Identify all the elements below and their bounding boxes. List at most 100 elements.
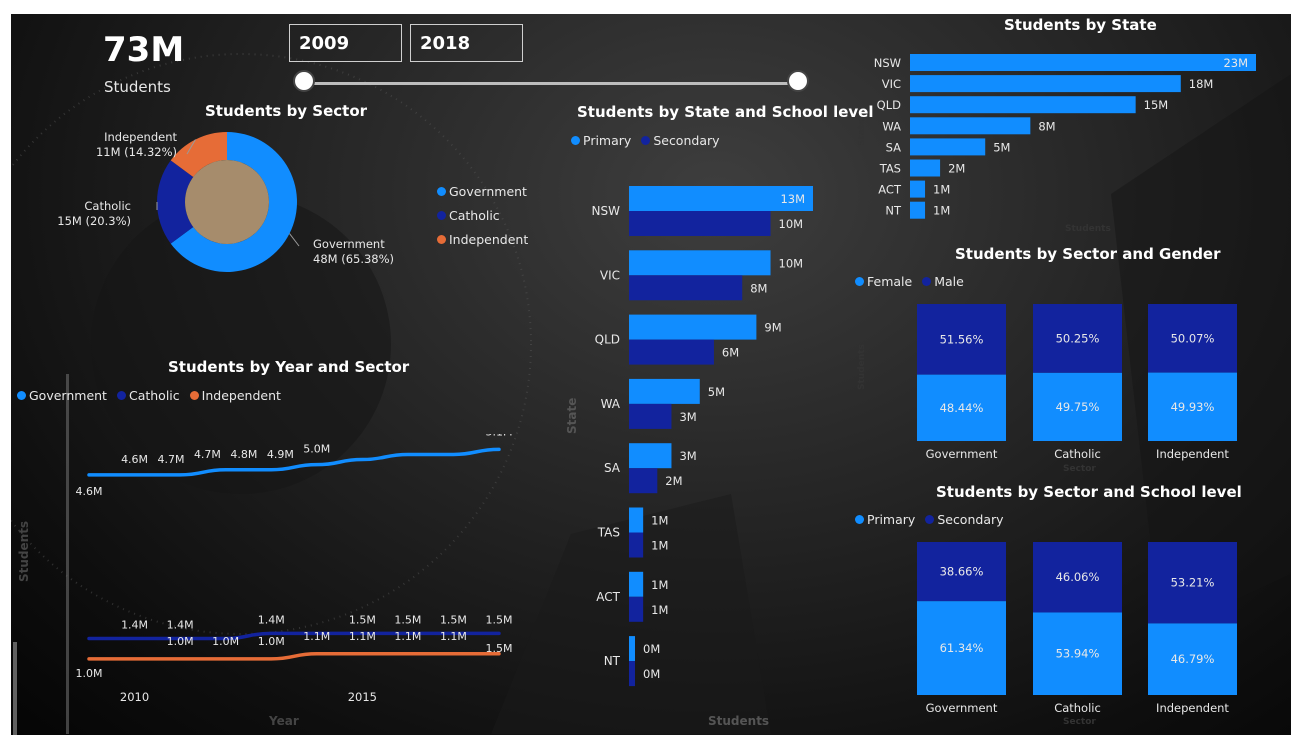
state-level-bar-primary-act[interactable] (629, 571, 644, 597)
state-totals-data-label: 23M (1223, 56, 1248, 70)
state-level-bar-secondary-sa[interactable] (629, 468, 658, 494)
state-level-bar-primary-vic[interactable] (629, 250, 771, 276)
legend-item-secondary[interactable]: Secondary (641, 133, 720, 148)
donut-slice-catholic[interactable] (157, 160, 194, 244)
state-level-data-label: 6M (722, 346, 739, 360)
sector-level-stacked-chart: 38.66% 61.34% Government 46.06% 53.94% Cathol… (917, 542, 1237, 715)
sector_gender-data-label: 48.44% (940, 401, 984, 415)
sector_gender-segment-male-catholic[interactable] (1033, 304, 1122, 373)
state-level-bar-primary-qld[interactable] (629, 314, 757, 340)
state-totals-data-label: 2M (948, 162, 965, 176)
state-level-category-tas: TAS (597, 526, 620, 540)
year-slider-start-handle[interactable] (293, 70, 315, 92)
year-sector-line-government[interactable] (87, 447, 501, 477)
year-sector-line-independent[interactable] (87, 652, 501, 661)
donut-leader-line (289, 233, 300, 247)
sector_level-segment-secondary-independent[interactable] (1148, 542, 1237, 624)
donut-label-independent: Independent (104, 130, 177, 144)
sector_gender-segment-female-independent[interactable] (1148, 372, 1237, 441)
state-level-category-qld: QLD (595, 333, 620, 347)
sector_gender-data-label: 49.93% (1171, 400, 1215, 414)
state-level-category-vic: VIC (600, 268, 620, 282)
year-sector-data-label-independent: 1.1M (303, 630, 330, 643)
donut-slice-government[interactable] (170, 132, 297, 272)
sector_gender-segment-female-government[interactable] (917, 374, 1006, 441)
sector_level-segment-primary-government[interactable] (917, 601, 1006, 695)
state-totals-bar-tas[interactable] (910, 159, 941, 177)
state-level-bar-primary-wa[interactable] (629, 378, 700, 404)
year-sector-data-label-government: 4.8M (230, 448, 257, 461)
sector_level-segment-secondary-government[interactable] (917, 542, 1006, 602)
state-totals-bar-wa[interactable] (910, 117, 1031, 135)
state-totals-bar-nt[interactable] (910, 201, 926, 219)
year-sector-data-label-catholic: 1.4M (121, 618, 148, 631)
state-level-bar-secondary-wa[interactable] (629, 403, 672, 429)
state-level-data-label: 0M (643, 642, 660, 656)
sector-level-legend: Primary Secondary (855, 512, 1004, 527)
state-totals-bar-act[interactable] (910, 180, 926, 198)
legend-item-government[interactable]: Government (17, 388, 107, 403)
year-end-input[interactable]: 2018 (410, 24, 523, 62)
legend-item-male[interactable]: Male (922, 274, 964, 289)
state-level-bar-primary-nt[interactable] (629, 636, 635, 662)
report-canvas: 73M Students 2009 2018 Students by Secto… (11, 14, 1291, 735)
legend-dot (437, 187, 446, 196)
year-sector-data-label-independent: 1.1M (440, 630, 467, 643)
year-sector-line-chart: 4.6M 4.6M 4.7M 4.7M 4.8M 4.9M 5.0M 5.1M 1.4M 1.4M… (76, 434, 513, 704)
sector-gender-y-axis-title: Students (857, 344, 867, 390)
state-level-bar-primary-tas[interactable] (629, 507, 644, 533)
legend-item-primary[interactable]: Primary (855, 512, 915, 527)
state-level-bar-secondary-nsw[interactable] (629, 211, 771, 236)
year-slider-end-handle[interactable] (787, 70, 809, 92)
state-level-bar-primary-sa[interactable] (629, 443, 672, 469)
state-totals-bar-vic[interactable] (910, 75, 1181, 93)
legend-item-independent[interactable]: Independent (437, 232, 528, 247)
sector_gender-segment-female-catholic[interactable] (1033, 372, 1122, 441)
state-level-category-wa: WA (601, 397, 621, 411)
state-totals-bar-nsw[interactable] (910, 54, 1256, 71)
year-sector-line-catholic[interactable] (87, 631, 501, 641)
sector_gender-segment-male-government[interactable] (917, 304, 1006, 375)
year-sector-data-label-independent: 1.1M (349, 630, 376, 643)
state-level-data-label: 1M (651, 514, 668, 528)
year-sector-data-label-catholic: 1.5M (394, 613, 421, 626)
state-level-bar-secondary-tas[interactable] (629, 532, 644, 558)
legend-item-secondary[interactable]: Secondary (925, 512, 1004, 527)
state-level-bar-secondary-nt[interactable] (629, 661, 635, 687)
state-level-bar-primary-nsw[interactable] (629, 186, 813, 211)
donut-leader-line (186, 139, 196, 155)
state-level-bar-secondary-vic[interactable] (629, 275, 743, 301)
legend-item-catholic[interactable]: Catholic (116, 388, 180, 403)
year-sector-x-axis-title: Year (269, 714, 299, 728)
legend-item-independent[interactable]: Independent (189, 388, 281, 403)
state-level-data-label: 13M (780, 192, 805, 206)
year-start-input[interactable]: 2009 (289, 24, 402, 62)
donut-label-catholic: Catholic (84, 199, 131, 213)
kpi-total-students-label: Students (104, 78, 171, 96)
sector_level-segment-primary-independent[interactable] (1148, 623, 1237, 695)
state-totals-category-nsw: NSW (874, 56, 901, 70)
state-level-category-act: ACT (596, 590, 620, 604)
donut-slice-independent[interactable] (170, 132, 227, 178)
sector-legend: Government Catholic Independent (437, 184, 528, 256)
state-level-bar-secondary-act[interactable] (629, 596, 644, 622)
state-totals-data-label: 1M (933, 204, 950, 218)
sector_level-segment-secondary-catholic[interactable] (1033, 542, 1122, 613)
sector_level-data-label: 53.94% (1056, 647, 1100, 661)
state-level-data-label: 1M (651, 603, 668, 617)
state-level-data-label: 2M (665, 474, 682, 488)
state-totals-bar-qld[interactable] (910, 96, 1136, 114)
sector_level-segment-primary-catholic[interactable] (1033, 612, 1122, 695)
state-level-bar-secondary-qld[interactable] (629, 339, 714, 365)
sector_gender-data-label: 51.56% (940, 332, 984, 346)
legend-item-primary[interactable]: Primary (571, 133, 631, 148)
state-totals-data-label: 1M (933, 183, 950, 197)
year-slider-track[interactable] (304, 82, 798, 85)
state-level-data-label: 8M (750, 281, 767, 295)
legend-item-female[interactable]: Female (855, 274, 912, 289)
legend-item-catholic[interactable]: Catholic (437, 208, 528, 223)
legend-item-government[interactable]: Government (437, 184, 528, 199)
legend-dot (17, 391, 26, 400)
state-totals-bar-sa[interactable] (910, 138, 986, 156)
sector_gender-segment-male-independent[interactable] (1148, 304, 1237, 373)
